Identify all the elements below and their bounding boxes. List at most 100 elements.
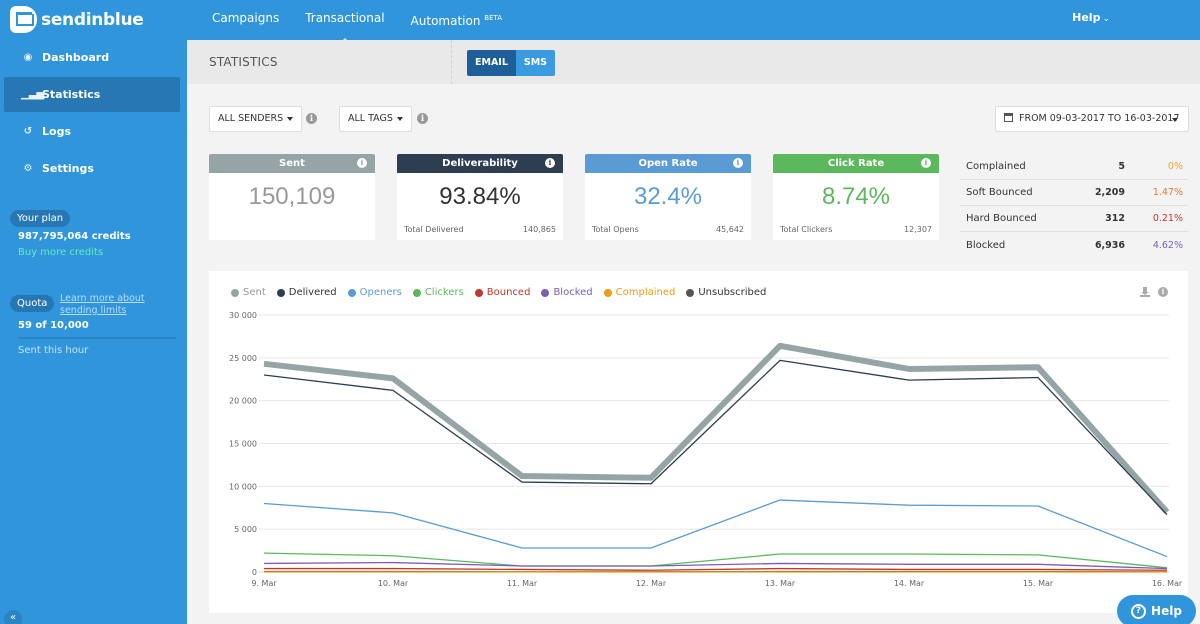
x-tick-label: 16. Mar <box>1152 579 1183 588</box>
tags-dropdown[interactable]: ALL TAGS <box>339 106 412 132</box>
row-percent: 0.21% <box>1152 213 1183 224</box>
nav-campaigns[interactable]: Campaigns <box>212 0 279 40</box>
info-icon[interactable]: i <box>1158 287 1168 297</box>
y-tick-label: 25 000 <box>229 354 257 363</box>
info-icon[interactable]: i <box>306 113 317 124</box>
legend-item-delivered[interactable]: Delivered <box>276 287 337 298</box>
stat-card-value: 93.84% <box>439 183 521 210</box>
stat-card-deliverability: Deliverability i 93.84% Total Delivered 1… <box>397 154 563 240</box>
y-tick-label: 30 000 <box>229 311 257 320</box>
download-icon[interactable] <box>1140 287 1150 297</box>
nav-automation-label: Automation <box>410 14 481 28</box>
stat-card-footer-label: Total Opens <box>592 225 639 234</box>
quota-caption: Sent this hour <box>18 345 89 356</box>
info-icon[interactable]: i <box>921 158 931 168</box>
row-label: Hard Bounced <box>966 213 1037 224</box>
collapse-sidebar-icon[interactable]: « <box>4 610 22 624</box>
y-tick-label: 0 <box>252 568 257 577</box>
stat-card-title: Open Rate <box>638 158 698 169</box>
bounce-stats-table: Complained 5 0% Soft Bounced 2,209 1.47%… <box>960 154 1188 258</box>
table-row-hard-bounced: Hard Bounced 312 0.21% <box>960 206 1188 232</box>
nav-transactional-label: Transactional <box>305 11 385 25</box>
x-tick-label: 10. Mar <box>378 579 409 588</box>
info-icon[interactable]: i <box>417 113 428 124</box>
stat-card-click-rate: Click Rate i 8.74% Total Clickers 12,307 <box>773 154 939 240</box>
chart-tools: i <box>1140 287 1168 297</box>
sending-limits-link[interactable]: Learn more about sending limits <box>60 293 175 317</box>
table-row-soft-bounced: Soft Bounced 2,209 1.47% <box>960 180 1188 206</box>
toggle-email[interactable]: EMAIL <box>467 50 516 76</box>
logo[interactable]: sendinblue <box>10 6 144 33</box>
stat-card-footer: Total Delivered 140,865 <box>404 225 556 234</box>
legend-item-blocked[interactable]: Blocked <box>541 287 593 298</box>
stat-card-footer-value: 45,642 <box>716 225 744 234</box>
info-icon[interactable]: i <box>733 158 743 168</box>
quota-badge-label: Quota <box>10 295 55 312</box>
legend-dot <box>231 288 239 297</box>
table-row-complained: Complained 5 0% <box>960 154 1188 180</box>
toggle-sms[interactable]: SMS <box>515 50 556 76</box>
legend-dot <box>541 288 550 297</box>
legend-label: Bounced <box>486 287 531 298</box>
legend-item-bounced[interactable]: Bounced <box>474 287 531 298</box>
stat-card-value: 32.4% <box>633 183 703 210</box>
calendar-icon <box>1004 113 1013 122</box>
series-line-bounced <box>264 567 1168 571</box>
table-row-blocked: Blocked 6,936 4.62% <box>960 232 1188 258</box>
legend-item-sent[interactable]: Sent <box>231 287 266 298</box>
sidebar-item-logs[interactable]: ↺ Logs <box>4 114 180 149</box>
row-percent: 0% <box>1167 161 1183 172</box>
nav-automation[interactable]: Automation BETA <box>411 0 502 40</box>
beta-badge: BETA <box>484 14 503 22</box>
info-icon[interactable]: i <box>357 158 367 168</box>
help-button-label: Help <box>1151 604 1182 618</box>
caret-down-icon <box>396 116 403 121</box>
legend-label: Unsubscribed <box>698 287 767 298</box>
senders-dropdown[interactable]: ALL SENDERS <box>209 106 303 132</box>
legend-label: Complained <box>615 287 676 298</box>
sidebar-item-statistics[interactable]: ▁▃▅ Statistics <box>4 77 180 112</box>
legend-item-clickers[interactable]: Clickers <box>412 287 464 298</box>
row-label: Soft Bounced <box>966 187 1033 198</box>
stat-card-title: Click Rate <box>827 158 885 169</box>
y-tick-label: 15 000 <box>229 440 257 449</box>
stat-card-header: Deliverability i <box>397 154 563 173</box>
legend-item-openers[interactable]: Openers <box>347 287 402 298</box>
stat-card-value: 150,109 <box>248 183 336 210</box>
sidebar-item-dashboard[interactable]: ◉ Dashboard <box>4 40 180 75</box>
help-menu[interactable]: Help ⌄ <box>1072 0 1110 37</box>
help-button[interactable]: ? Help <box>1117 595 1196 624</box>
question-icon: ? <box>1131 603 1147 619</box>
legend-item-unsubscribed[interactable]: Unsubscribed <box>686 287 766 298</box>
tags-dropdown-label: ALL TAGS <box>348 113 393 124</box>
buy-credits-link[interactable]: Buy more credits <box>18 247 103 258</box>
sidebar-item-label: Settings <box>42 162 94 175</box>
sidebar-item-settings[interactable]: ⚙ Settings <box>4 151 180 186</box>
row-label: Blocked <box>966 239 1006 251</box>
stat-card-header: Open Rate i <box>585 154 751 173</box>
info-icon[interactable]: i <box>545 158 555 168</box>
legend-dot <box>686 288 695 297</box>
page-title: STATISTICS <box>209 55 278 69</box>
row-count: 5 <box>1118 161 1125 172</box>
x-tick-label: 13. Mar <box>765 579 796 588</box>
y-tick-label: 5 000 <box>234 525 257 534</box>
senders-dropdown-label: ALL SENDERS <box>218 113 284 124</box>
legend-label: Openers <box>359 287 402 298</box>
nav-transactional[interactable]: Transactional <box>305 0 385 44</box>
stat-card-footer-label: Total Delivered <box>404 225 464 234</box>
legend-label: Delivered <box>288 287 337 298</box>
stat-card-footer-label: Total Clickers <box>780 225 833 234</box>
plan-badge-label: Your plan <box>10 210 71 227</box>
quota-progress-bar <box>18 337 176 339</box>
date-range-picker[interactable]: FROM 09-03-2017 TO 16-03-2017 <box>995 106 1189 132</box>
stat-card-title: Deliverability <box>442 158 518 169</box>
x-tick-label: 9. Mar <box>251 579 277 588</box>
legend-item-complained[interactable]: Complained <box>603 287 676 298</box>
caret-down-icon <box>1172 118 1178 122</box>
x-tick-label: 11. Mar <box>507 579 538 588</box>
x-tick-label: 12. Mar <box>636 579 667 588</box>
stat-card-title: Sent <box>279 158 305 169</box>
stat-card-footer: Total Opens 45,642 <box>592 225 744 234</box>
stat-card-footer-value: 12,307 <box>904 225 932 234</box>
